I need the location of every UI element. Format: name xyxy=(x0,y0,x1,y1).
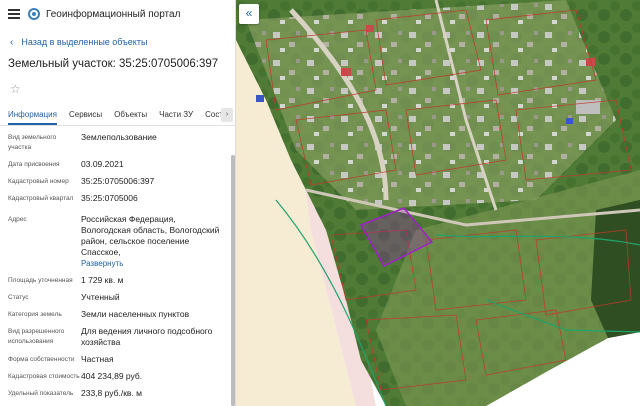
attribute-value: Российская Федерация, Вологодская област… xyxy=(81,214,225,269)
hamburger-icon[interactable] xyxy=(8,9,20,19)
attribute-value: 1 729 кв. м xyxy=(81,275,124,285)
attribute-list: Вид земельного участка Землепользование … xyxy=(0,126,235,399)
tab-bar: Информация Сервисы Объекты Части ЗУ Сост… xyxy=(0,106,235,126)
attribute-row: Площадь уточненная 1 729 кв. м xyxy=(8,275,235,286)
attribute-row: Вид разрешенного использования Для веден… xyxy=(8,326,235,348)
attribute-label: Адрес xyxy=(8,216,27,223)
attribute-row: Категория земель Земли населенных пункто… xyxy=(8,309,235,320)
attribute-row: Форма собственности Частная xyxy=(8,354,235,365)
portal-logo-icon xyxy=(28,8,40,20)
attribute-label: Удельный показатель xyxy=(8,390,74,397)
attribute-label: Кадастровый квартал xyxy=(8,195,74,202)
attribute-value: 35:25:0705006 xyxy=(81,193,138,203)
star-icon[interactable]: ☆ xyxy=(0,82,235,100)
map-view[interactable] xyxy=(236,0,640,406)
scrollbar-thumb[interactable] xyxy=(231,155,235,406)
panel-scrollbar[interactable] xyxy=(231,155,235,406)
attribute-value: 404 234,89 руб. xyxy=(81,371,143,381)
map-canvas[interactable] xyxy=(236,0,640,406)
attribute-row: Вид земельного участка Землепользование xyxy=(8,132,235,153)
attribute-row: Кадастровая стоимость 404 234,89 руб. xyxy=(8,371,235,382)
attribute-label: Кадастровый номер xyxy=(8,178,69,185)
attribute-row: Кадастровый квартал 35:25:0705006 xyxy=(8,193,235,204)
attribute-value: Частная xyxy=(81,354,114,364)
chevron-left-icon: ‹ xyxy=(10,36,14,48)
attribute-row: Статус Учтенный xyxy=(8,292,235,303)
attribute-value: 35:25:0705006:397 xyxy=(81,176,155,186)
attribute-row: Адрес Российская Федерация, Вологодская … xyxy=(8,214,235,269)
attribute-label: Форма собственности xyxy=(8,356,75,363)
attribute-label: Дата присвоения xyxy=(8,161,60,168)
attribute-label: Статус xyxy=(8,294,29,301)
attribute-label: Площадь уточненная xyxy=(8,277,73,284)
attribute-value: 03.09.2021 xyxy=(81,159,124,169)
collapse-panel-button[interactable]: « xyxy=(239,4,259,24)
tab-parcel-parts[interactable]: Части ЗУ xyxy=(159,106,193,125)
expand-address-link[interactable]: Развернуть xyxy=(81,259,123,268)
tab-information[interactable]: Информация xyxy=(8,106,57,125)
tab-services[interactable]: Сервисы xyxy=(69,106,102,125)
attribute-label: Категория земель xyxy=(8,311,62,318)
attribute-value: Землепользование xyxy=(81,132,157,142)
app-title: Геоинформационный портал xyxy=(46,8,181,20)
attribute-label: Вид земельного участка xyxy=(8,134,57,151)
attribute-value: Земли населенных пунктов xyxy=(81,309,190,319)
back-link-label: Назад в выделенные объекты xyxy=(21,37,148,47)
attribute-row: Кадастровый номер 35:25:0705006:397 xyxy=(8,176,235,187)
back-to-selected-link[interactable]: ‹ Назад в выделенные объекты xyxy=(0,32,235,52)
attribute-label: Кадастровая стоимость xyxy=(8,373,80,380)
attribute-value: Учтенный xyxy=(81,292,120,302)
page-title: Земельный участок: 35:25:0705006:397 xyxy=(8,58,219,70)
address-text: Российская Федерация, Вологодская област… xyxy=(81,214,220,257)
attribute-value: Для ведения личного подсобного хозяйства xyxy=(81,326,213,347)
info-panel: Геоинформационный портал ‹ Назад в выдел… xyxy=(0,0,236,406)
attribute-value: 233,8 руб./кв. м xyxy=(81,388,143,398)
top-bar: Геоинформационный портал xyxy=(0,0,235,28)
attribute-row: Удельный показатель 233,8 руб./кв. м xyxy=(8,388,235,399)
chevron-right-icon[interactable]: › xyxy=(221,108,233,122)
attribute-label: Вид разрешенного использования xyxy=(8,328,65,345)
attribute-row: Дата присвоения 03.09.2021 xyxy=(8,159,235,170)
tab-objects[interactable]: Объекты xyxy=(114,106,147,125)
